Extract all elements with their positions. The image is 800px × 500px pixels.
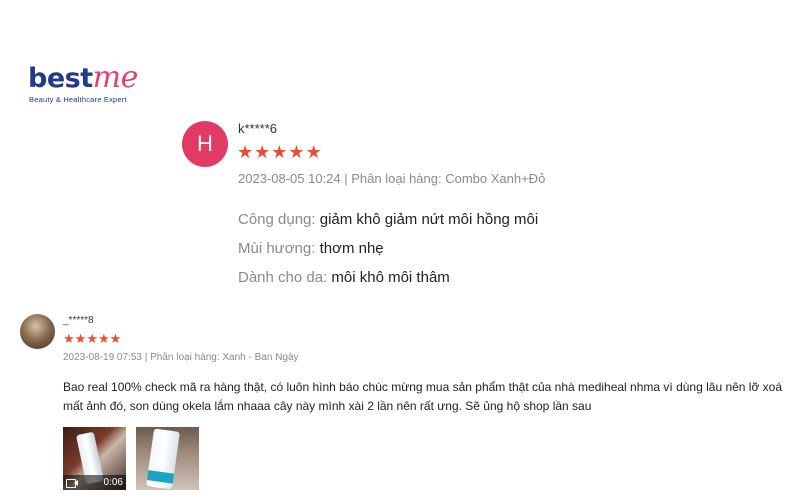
attribute-value: giảm khô giảm nứt môi hồng môi <box>319 211 539 228</box>
brand-name-part2: me <box>92 60 139 95</box>
video-duration: 0:06 <box>103 477 123 488</box>
video-camera-icon <box>66 478 78 488</box>
reviewer-username: _*****8 <box>63 315 94 326</box>
review-text: Bao real 100% check mã ra hàng thật, có … <box>63 380 783 413</box>
brand-logo: bestme Beauty & Healthcare Expert <box>28 60 168 106</box>
review-meta: 2023-08-05 10:24 | Phân loại hàng: Combo… <box>238 171 546 186</box>
attribute-value: thơm nhẹ <box>319 240 384 257</box>
star-icon: ★ <box>237 142 254 162</box>
brand-tagline: Beauty & Healthcare Expert <box>29 95 127 104</box>
attribute-row: Mùi hương: thơm nhẹ <box>238 234 538 263</box>
avatar: H <box>182 121 228 167</box>
star-icon: ★ <box>254 142 271 162</box>
review-meta: 2023-08-19 07:53 | Phân loại hàng: Xanh … <box>63 352 299 363</box>
star-icon: ★ <box>288 142 305 162</box>
video-overlay: 0:06 <box>63 475 126 490</box>
product-image <box>146 428 180 490</box>
star-icon: ★ <box>271 142 288 162</box>
star-icon: ★ <box>74 331 87 346</box>
attribute-row: Dành cho da: môi khô môi thâm <box>238 263 538 292</box>
review-video-thumbnail[interactable]: 0:06 <box>63 427 126 490</box>
star-rating: ★ ★ ★ ★ ★ <box>63 331 121 346</box>
brand-name-part1: best <box>28 63 93 94</box>
attribute-row: Công dụng: giảm khô giảm nứt môi hồng mô… <box>238 205 538 234</box>
star-rating: ★ ★ ★ ★ ★ <box>237 142 322 162</box>
review-attributes: Công dụng: giảm khô giảm nứt môi hồng mô… <box>238 205 538 292</box>
star-icon: ★ <box>305 142 322 162</box>
attribute-label: Công dụng: <box>238 211 316 228</box>
reviewer-username: k*****6 <box>238 121 278 136</box>
brand-wordmark: bestme <box>28 60 138 97</box>
star-icon: ★ <box>109 331 122 346</box>
product-band <box>146 470 175 484</box>
attribute-label: Dành cho da: <box>238 269 328 286</box>
star-icon: ★ <box>97 331 110 346</box>
attribute-value: môi khô môi thâm <box>331 269 450 286</box>
avatar[interactable] <box>20 314 55 349</box>
star-icon: ★ <box>63 331 75 346</box>
attribute-label: Mùi hương: <box>238 240 316 257</box>
review-photo-thumbnail[interactable] <box>136 427 199 490</box>
star-icon: ★ <box>86 331 98 346</box>
